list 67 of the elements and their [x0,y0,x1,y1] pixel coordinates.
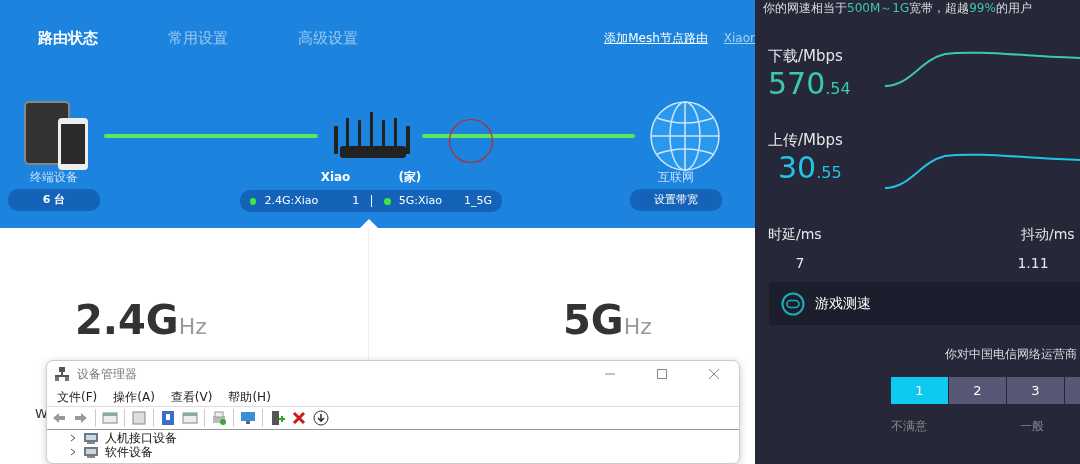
speed-label: 上传/Mbps [768,130,843,151]
wifi-name-end: 1_5G [463,192,492,209]
device-manager-icon [55,366,69,381]
survey-question: 你对中国电信网络运营商 [945,346,1077,363]
tree-item[interactable]: 人机接口设备 [69,431,177,445]
menu-item[interactable]: 帮助(H) [220,388,279,406]
summary-text: 500M～1G [847,1,910,15]
download-circle-icon [313,410,329,426]
stat-label: 时延/ms [768,225,822,244]
back-arrow-icon [51,410,67,426]
stat-value: 1.11 [1017,254,1049,273]
globe-icon [649,99,721,172]
summary-text: 的用户 [995,1,1032,15]
properties-window-icon [102,410,118,426]
help-book-icon [160,410,176,426]
tree-item[interactable]: 软件设备 [69,445,153,459]
speed-label: 下载/Mbps [768,46,843,67]
device-count-button[interactable]: 6 台 [8,189,100,211]
window-title: 设备管理器 [77,365,137,383]
gamepad-icon [781,291,805,316]
tablet-phone-icon [24,99,90,172]
menu-item[interactable]: 操作(A) [105,388,163,406]
scale-label: 不满意 [891,418,927,435]
maximize-icon [657,368,667,379]
toolbar-button[interactable] [269,410,285,426]
cursor-ring-icon [448,118,494,164]
close-icon [709,368,719,379]
stat-label: 抖动/ms [1021,225,1075,244]
band-label: 5G Hz [563,300,652,340]
toolbar-button[interactable] [313,410,329,426]
stat-value: 7 [795,254,805,273]
device-label: 终端设备 [30,169,78,186]
bandwidth-button[interactable]: 设置带宽 [630,189,722,211]
summary-text: 99% [969,1,996,15]
toolbar-button[interactable] [240,410,256,426]
router-name-suffix: (家) [398,169,422,186]
band-label: 2.4G Hz [75,300,207,340]
device-icon [83,431,99,445]
device-add-icon [269,410,285,426]
wifi-name: 5G:Xiao [398,192,442,209]
toolbar-button[interactable] [291,410,307,426]
speed-value: 30.55 [778,153,842,183]
menu-item[interactable]: 文件(F) [49,388,106,406]
close-button[interactable] [709,368,719,379]
delete-icon [291,410,307,426]
header-link[interactable]: 添加Mesh节点路由 [604,29,708,47]
device-icon [83,445,99,459]
wifi-name-end: 1 [352,192,360,209]
printer-icon [211,410,227,426]
monitor-icon [240,410,256,426]
pointer-notch [360,219,378,228]
internet-label: 互联网 [658,169,694,186]
maximize-button[interactable] [657,368,667,379]
speed-value: 570.54 [768,69,851,99]
game-speed-button[interactable]: 游戏测速 [769,282,1080,325]
rating-option[interactable]: 3 [1007,377,1064,404]
forward-arrow-icon [73,410,89,426]
wifi-name: 2.4G:Xiao [264,192,319,209]
summary-text: 你的网速相当于 [763,1,847,15]
view-window-icon [182,410,198,426]
panel-icon [131,410,147,426]
scale-label: 一般 [1020,418,1044,435]
router-name: Xiao [320,169,351,186]
rating-option[interactable]: 2 [949,377,1006,404]
menu-item[interactable]: 查看(V) [162,388,221,406]
summary-text: 宽带，超越 [909,1,970,15]
nav-tab[interactable]: 路由状态 [38,26,98,50]
